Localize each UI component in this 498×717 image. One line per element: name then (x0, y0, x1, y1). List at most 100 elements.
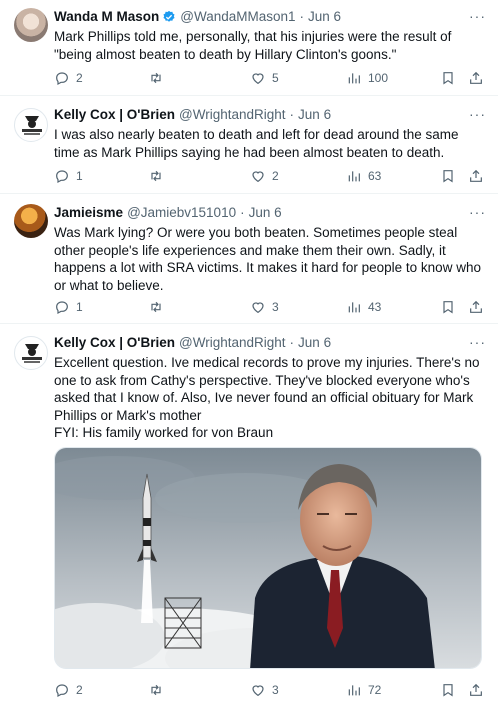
author-handle[interactable]: @WandaMMason1 (180, 8, 295, 26)
reply-button[interactable]: 2 (54, 682, 83, 698)
author-handle[interactable]: @WrightandRight (179, 334, 286, 352)
reply-button[interactable]: 1 (54, 299, 83, 315)
views-count: 72 (368, 683, 382, 697)
reply-count: 1 (76, 300, 83, 314)
avatar-wanda[interactable] (14, 8, 48, 42)
reply-count: 2 (76, 683, 83, 697)
tweet-date[interactable]: Jun 6 (298, 334, 331, 352)
more-options-icon[interactable]: ··· (469, 106, 486, 122)
reply-icon (56, 684, 68, 698)
tweet-header: Kelly Cox | O'Brien @WrightandRight · Ju… (54, 106, 486, 124)
more-options-icon[interactable]: ··· (469, 204, 486, 220)
views-count: 43 (368, 300, 382, 314)
like-count: 2 (272, 169, 279, 183)
tweet-text: Mark Phillips told me, personally, that … (54, 29, 456, 62)
tweet-actions: 2 5 100 (54, 68, 482, 88)
like-button[interactable]: 3 (250, 299, 279, 315)
like-count: 3 (272, 300, 279, 314)
retweet-button[interactable] (148, 682, 170, 698)
bookmark-icon (443, 170, 453, 183)
heart-icon (252, 73, 264, 85)
more-options-icon[interactable]: ··· (469, 8, 486, 24)
views-button[interactable]: 43 (346, 299, 381, 315)
reply-count: 2 (76, 71, 83, 85)
tweet-actions: 1 2 63 (54, 166, 482, 186)
bookmark-icon (443, 684, 453, 697)
heart-icon (252, 171, 264, 183)
views-icon (348, 73, 360, 84)
tweet-header: Kelly Cox | O'Brien @WrightandRight · Ju… (54, 334, 486, 352)
tweet-header: Jamieisme @Jamiebv151010 · Jun 6 (54, 204, 486, 222)
reply-button[interactable]: 1 (54, 168, 83, 184)
avatar-kelly[interactable] (14, 336, 48, 370)
reply-button[interactable]: 2 (54, 70, 83, 86)
author-name[interactable]: Kelly Cox | O'Brien (54, 106, 175, 124)
avatar-kelly[interactable] (14, 108, 48, 142)
reply-count: 1 (76, 169, 83, 183)
retweet-icon (151, 301, 161, 313)
share-button[interactable] (468, 168, 484, 184)
like-count: 3 (272, 683, 279, 697)
reply-icon (56, 301, 68, 315)
author-handle[interactable]: @Jamiebv151010 (127, 204, 236, 222)
tweet-date[interactable]: Jun 6 (249, 204, 282, 222)
tweet-3[interactable]: Jamieisme @Jamiebv151010 · Jun 6 ··· Was… (0, 194, 498, 324)
reply-icon (56, 72, 68, 86)
like-button[interactable]: 3 (250, 682, 279, 698)
views-button[interactable]: 100 (346, 70, 388, 86)
tweet-2[interactable]: Kelly Cox | O'Brien @WrightandRight · Ju… (0, 96, 498, 194)
more-options-icon[interactable]: ··· (469, 334, 486, 350)
retweet-icon (151, 684, 161, 696)
share-icon (470, 683, 482, 696)
like-count: 5 (272, 71, 279, 85)
rocket-and-portrait-image (55, 448, 481, 668)
author-handle[interactable]: @WrightandRight (179, 106, 286, 124)
author-name[interactable]: Jamieisme (54, 204, 123, 222)
tweet-actions: 1 3 43 (54, 297, 482, 317)
share-button[interactable] (468, 299, 484, 315)
tweet-text: Excellent question. Ive medical records … (54, 355, 480, 440)
retweet-button[interactable] (148, 299, 170, 315)
author-name[interactable]: Kelly Cox | O'Brien (54, 334, 175, 352)
separator-dot: · (240, 205, 245, 220)
avatar-jamieisme[interactable] (14, 204, 48, 238)
share-button[interactable] (468, 682, 484, 698)
retweet-icon (151, 170, 161, 182)
tweet-date[interactable]: Jun 6 (308, 8, 341, 26)
tweet-text: Was Mark lying? Or were you both beaten.… (54, 225, 485, 293)
like-button[interactable]: 2 (250, 168, 279, 184)
like-button[interactable]: 5 (250, 70, 279, 86)
tweet-date[interactable]: Jun 6 (298, 106, 331, 124)
tweet-1[interactable]: Wanda M Mason @WandaMMason1 · Jun 6 ··· … (0, 0, 498, 96)
views-icon (348, 685, 360, 696)
share-button[interactable] (468, 70, 484, 86)
heart-icon (252, 685, 264, 697)
bookmark-icon (443, 72, 453, 85)
tweet-header: Wanda M Mason @WandaMMason1 · Jun 6 (54, 8, 486, 26)
tweet-media-image[interactable] (54, 447, 482, 669)
views-button[interactable]: 63 (346, 168, 381, 184)
tweet-4[interactable]: Kelly Cox | O'Brien @WrightandRight · Ju… (0, 324, 498, 717)
bookmark-icon (443, 301, 453, 314)
bookmark-button[interactable] (440, 682, 456, 698)
bookmark-button[interactable] (440, 70, 456, 86)
share-icon (470, 71, 482, 84)
separator-dot: · (289, 335, 295, 350)
author-name[interactable]: Wanda M Mason (54, 8, 159, 26)
views-button[interactable]: 72 (346, 682, 381, 698)
bookmark-button[interactable] (440, 168, 456, 184)
reply-icon (56, 170, 68, 184)
retweet-icon (151, 72, 161, 84)
separator-dot: · (289, 107, 295, 122)
views-count: 100 (368, 71, 389, 85)
tweet-text: I was also nearly beaten to death and le… (54, 127, 463, 160)
tweet-actions: 2 3 72 (54, 680, 482, 700)
retweet-button[interactable] (148, 70, 170, 86)
heart-icon (252, 302, 264, 314)
retweet-button[interactable] (148, 168, 170, 184)
views-count: 63 (368, 169, 382, 183)
bookmark-button[interactable] (440, 299, 456, 315)
separator-dot: · (299, 9, 305, 24)
share-icon (470, 169, 482, 182)
views-icon (348, 171, 360, 182)
